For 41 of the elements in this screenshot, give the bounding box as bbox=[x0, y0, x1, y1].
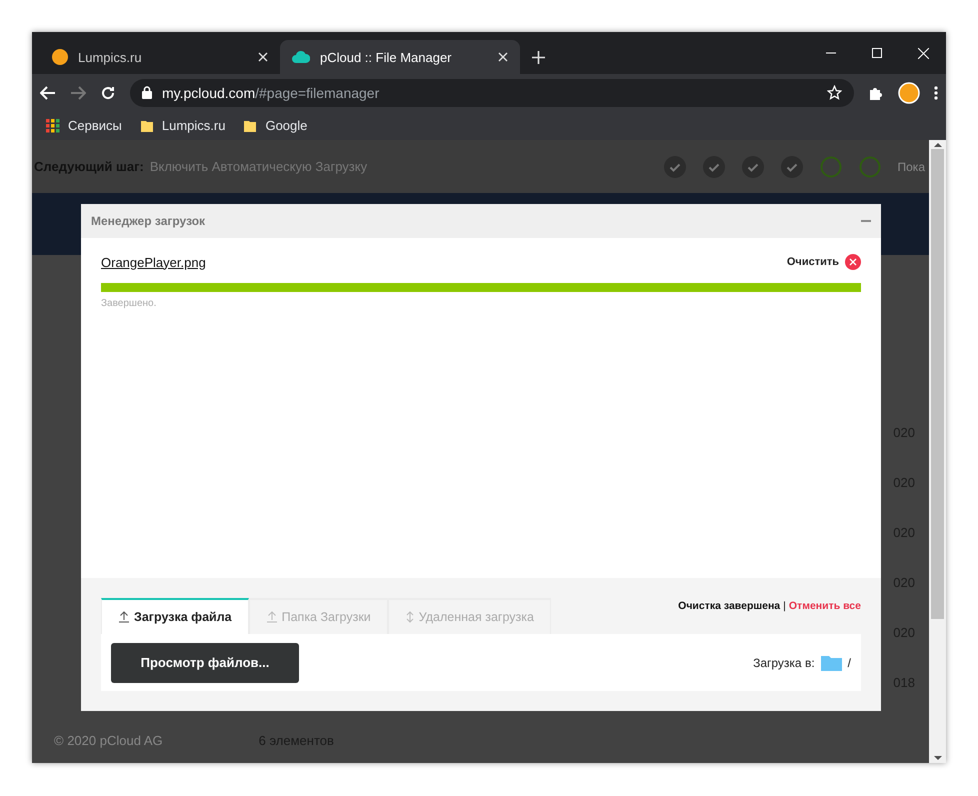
star-icon[interactable] bbox=[827, 85, 842, 100]
status-text: Завершено. bbox=[101, 298, 158, 309]
close-icon bbox=[845, 254, 861, 270]
folder-icon bbox=[243, 118, 258, 132]
url-text: my.pcloud.com/#page=filemanager bbox=[162, 84, 380, 100]
separator-text: | bbox=[783, 600, 786, 612]
upload-tab[interactable]: Загрузка файла bbox=[101, 598, 249, 634]
bookmark[interactable]: Lumpics.ru bbox=[140, 118, 226, 133]
summary-text: Очистка завершена bbox=[678, 600, 780, 612]
bookmark[interactable]: Сервисы bbox=[46, 118, 122, 133]
bookmark[interactable]: Google bbox=[243, 118, 308, 133]
destination-path: / bbox=[848, 656, 851, 670]
scroll-up-icon[interactable] bbox=[934, 142, 942, 147]
folder-icon bbox=[140, 118, 154, 132]
reload-icon[interactable] bbox=[100, 84, 116, 100]
destination-label: Загрузка в: bbox=[753, 656, 815, 670]
dialog-title: Менеджер загрузок bbox=[91, 214, 206, 228]
browse-button[interactable]: Просмотр файлов... bbox=[111, 642, 299, 682]
upload-icon bbox=[266, 611, 278, 623]
more-text: Пока bbox=[898, 160, 925, 174]
apps-icon bbox=[46, 118, 60, 132]
close-icon[interactable] bbox=[498, 52, 508, 62]
upload-icon bbox=[118, 611, 130, 623]
browser-tab[interactable]: Lumpics.ru bbox=[40, 40, 280, 74]
clear-button[interactable]: Очистить bbox=[786, 254, 861, 270]
browser-tab[interactable]: pCloud :: File Manager bbox=[280, 40, 520, 74]
address-bar[interactable]: my.pcloud.com/#page=filemanager bbox=[130, 78, 854, 106]
up-down-arrow-icon bbox=[404, 611, 415, 623]
scroll-thumb[interactable] bbox=[931, 149, 944, 619]
cancel-all-link[interactable]: Отменить все bbox=[788, 600, 861, 612]
cloud-icon bbox=[292, 50, 310, 64]
back-icon[interactable] bbox=[40, 86, 56, 100]
lock-icon bbox=[142, 86, 152, 99]
avatar-icon[interactable] bbox=[898, 82, 920, 104]
copyright-text: © 2020 pCloud AG bbox=[54, 732, 163, 748]
close-icon[interactable] bbox=[258, 52, 268, 62]
file-link[interactable]: OrangePlayer.png bbox=[101, 254, 206, 270]
scroll-down-icon[interactable] bbox=[934, 756, 942, 761]
forward-icon[interactable] bbox=[70, 86, 86, 100]
new-tab-icon[interactable] bbox=[532, 51, 545, 64]
menu-icon[interactable] bbox=[934, 86, 938, 100]
